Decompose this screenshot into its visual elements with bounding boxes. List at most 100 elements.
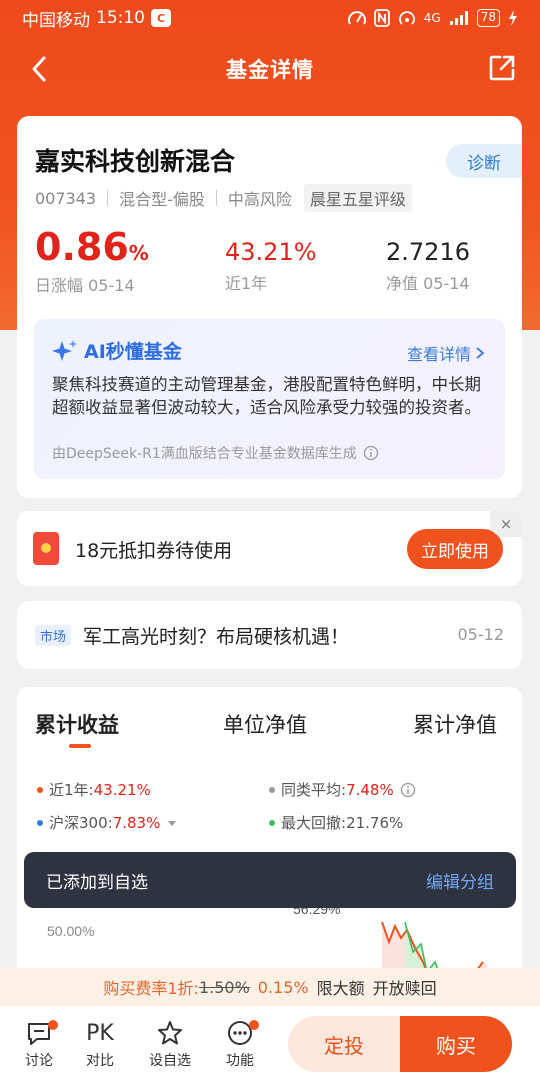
legend-dot — [37, 786, 43, 793]
more-icon — [215, 1016, 265, 1050]
status-bar: 中国移动 15:10 C 4G 78 — [0, 0, 540, 36]
fee-redeem: 开放赎回 — [372, 979, 437, 998]
daily-change-metric: 0.86% 日涨幅 05-14 — [35, 228, 149, 296]
toast-added-to-watchlist: 已添加到自选 编辑分组 — [24, 852, 516, 908]
pk-icon: PK — [86, 1020, 114, 1046]
daily-change-value-row: 0.86% — [35, 228, 149, 272]
performance-chart-card: 累计收益 单位净值 累计净值 近1年: 43.21% 同类平均: 7.48% 沪深3… — [17, 687, 522, 1007]
legend-dot — [269, 819, 275, 826]
legend-dot — [37, 819, 43, 826]
fixed-invest-button[interactable]: 定投 — [288, 1016, 400, 1072]
legend-index-label: 沪深300: — [49, 814, 113, 832]
year-return-label: 近1年 — [225, 274, 268, 293]
news-date: 05-12 — [457, 625, 505, 644]
legend-peer-label: 同类平均: — [281, 781, 347, 799]
page-title: 基金详情 — [226, 58, 314, 82]
fee-limit: 限大额 — [316, 979, 365, 998]
chat-icon — [14, 1016, 64, 1050]
year-return-metric[interactable]: 43.21% 近1年 — [225, 238, 317, 294]
legend-fund: 近1年: 43.21% — [37, 779, 151, 800]
ai-summary-text: 聚焦科技赛道的主动管理基金，港股配置特色鲜明，中长期超额收益显著但波动较大，适合… — [52, 375, 481, 417]
legend-peer: 同类平均: 7.48% — [269, 779, 416, 800]
back-icon[interactable] — [26, 52, 56, 86]
info-icon[interactable] — [363, 445, 379, 461]
star-icon — [145, 1016, 195, 1050]
fund-info-card: 嘉实科技创新混合 诊断 007343 混合型-偏股 中高风险 晨星五星评级 0.… — [17, 116, 522, 498]
fund-risk: 中高风险 — [227, 190, 292, 209]
legend-index-value: 7.83% — [112, 813, 161, 832]
features-label: 功能 — [226, 1053, 254, 1069]
legend-drawdown: 最大回撤: 21.76% — [269, 812, 403, 833]
sparkle-icon — [52, 339, 77, 361]
chevron-right-icon — [476, 347, 485, 359]
year-return-value: 43.21% — [225, 238, 317, 266]
axis-label-50: 50.00% — [47, 923, 94, 939]
features-button[interactable]: 功能 — [215, 1016, 265, 1070]
ai-more-label: 查看详情 — [406, 345, 471, 364]
daily-change-unit: % — [128, 241, 149, 265]
notification-dot — [249, 1020, 259, 1030]
nav-label: 净值 05-14 — [386, 274, 470, 293]
speed-icon — [347, 11, 366, 25]
charging-icon — [509, 10, 517, 26]
ai-footnote-row: 由DeepSeek-R1满血版结合专业基金数据库生成 — [52, 443, 379, 463]
app-notification-icon: C — [151, 9, 171, 27]
share-icon[interactable] — [488, 54, 516, 82]
discuss-button[interactable]: 讨论 — [14, 1016, 64, 1070]
nav-value: 2.7216 — [386, 238, 470, 266]
bottom-action-bar: 讨论 PK 对比 设自选 功能 定投 购买 — [0, 1006, 540, 1080]
battery-icon: 78 — [476, 9, 500, 27]
watchlist-button[interactable]: 设自选 — [145, 1016, 195, 1070]
fund-code: 007343 — [35, 188, 97, 208]
news-card[interactable]: 市场 军工高光时刻？布局硬核机遇！ 05-12 — [17, 601, 522, 669]
compare-label: 对比 — [86, 1053, 114, 1069]
ai-summary-box[interactable]: AI秒懂基金 查看详情 聚焦科技赛道的主动管理基金，港股配置特色鲜明，中长期超额… — [34, 319, 505, 479]
close-icon[interactable]: × — [490, 511, 522, 537]
fee-label: 购买费率1折: — [103, 979, 199, 998]
legend-fund-label: 近1年: — [49, 781, 94, 799]
legend-index[interactable]: 沪深300: 7.83% — [37, 812, 178, 833]
notification-dot — [48, 1020, 58, 1030]
network-type: 4G — [423, 11, 441, 25]
coupon-card: 18元抵扣券待使用 立即使用 × — [17, 511, 522, 586]
triangle-down-icon — [168, 820, 177, 826]
fund-tags: 007343 混合型-偏股 中高风险 晨星五星评级 — [35, 184, 412, 212]
ai-footnote: 由DeepSeek-R1满血版结合专业基金数据库生成 — [52, 446, 357, 462]
tab-cumulative-return[interactable]: 累计收益 — [35, 709, 119, 739]
fee-new-rate: 0.15% — [257, 977, 309, 997]
legend-drawdown-value: 21.76% — [346, 813, 404, 832]
legend-fund-value: 43.21% — [93, 780, 151, 799]
fund-rating[interactable]: 晨星五星评级 — [303, 184, 412, 212]
info-icon[interactable] — [400, 782, 416, 798]
tab-cumulative-nav[interactable]: 累计净值 — [413, 709, 497, 739]
fund-name: 嘉实科技创新混合 — [35, 147, 236, 176]
nfc-icon — [373, 9, 390, 27]
use-coupon-button[interactable]: 立即使用 — [407, 529, 503, 569]
hotspot-icon — [398, 11, 415, 25]
ai-title: AI秒懂基金 — [84, 341, 182, 363]
signal-icon — [449, 11, 468, 25]
fee-old-rate: 1.50% — [198, 977, 250, 997]
watchlist-label: 设自选 — [149, 1053, 191, 1069]
status-time: 15:10 — [96, 8, 145, 28]
edit-group-link[interactable]: 编辑分组 — [426, 868, 494, 893]
nav-metric: 2.7216 净值 05-14 — [386, 238, 470, 294]
fund-type: 混合型-偏股 — [119, 190, 205, 209]
diagnose-button[interactable]: 诊断 — [446, 144, 522, 178]
fee-info-bar: 购买费率1折: 1.50% 0.15% 限大额 开放赎回 — [0, 968, 540, 1006]
tag-divider — [215, 190, 217, 206]
ai-more-link[interactable]: 查看详情 — [407, 341, 485, 365]
carrier-group: 中国移动 15:10 C — [22, 6, 171, 31]
news-title: 军工高光时刻？布局硬核机遇！ — [83, 626, 350, 648]
status-icons: 4G 78 — [347, 9, 518, 27]
nav-bar: 基金详情 — [0, 44, 540, 94]
compare-button[interactable]: PK 对比 — [75, 1016, 125, 1070]
tab-unit-nav[interactable]: 单位净值 — [223, 709, 307, 739]
buy-button[interactable]: 购买 — [400, 1016, 512, 1072]
carrier-name: 中国移动 — [22, 10, 90, 31]
daily-change-label: 日涨幅 05-14 — [35, 276, 135, 295]
coupon-text: 18元抵扣券待使用 — [75, 540, 233, 562]
legend-drawdown-label: 最大回撤: — [281, 814, 347, 832]
red-envelope-icon — [33, 532, 59, 565]
ai-header: AI秒懂基金 — [52, 337, 182, 364]
